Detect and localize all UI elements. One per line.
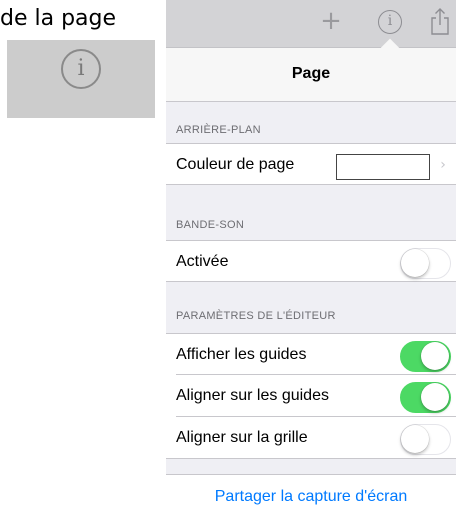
toggle-knob xyxy=(421,342,449,370)
page-color-label: Couleur de page xyxy=(176,156,295,173)
info-icon[interactable]: i xyxy=(378,10,402,34)
share-screenshot-button[interactable]: Partager la capture d'écran xyxy=(166,474,456,510)
show-guides-toggle[interactable] xyxy=(400,341,451,372)
nav-bar: Page xyxy=(166,48,456,102)
section-header-editor: PARAMÈTRES DE L'ÉDITEUR xyxy=(176,310,336,322)
show-guides-row: Afficher les guides xyxy=(166,333,456,375)
snap-guides-row: Aligner sur les guides xyxy=(166,375,456,417)
toggle-knob xyxy=(401,425,429,453)
section-header-background: ARRIÈRE-PLAN xyxy=(176,124,261,136)
page-settings-panel: + i Page ARRIÈRE-PLAN Couleur de page › … xyxy=(166,0,456,510)
zoomed-info-button: i xyxy=(7,40,155,118)
chevron-right-icon: › xyxy=(440,157,446,173)
snap-guides-toggle[interactable] xyxy=(400,382,451,413)
add-icon[interactable]: + xyxy=(319,8,343,34)
share-icon[interactable] xyxy=(428,6,452,36)
show-guides-label: Afficher les guides xyxy=(176,346,307,363)
snap-grid-label: Aligner sur la grille xyxy=(176,429,308,446)
caption-text: de la page xyxy=(0,6,117,31)
soundtrack-toggle[interactable] xyxy=(400,248,451,279)
page-title: Page xyxy=(291,65,331,82)
info-icon: i xyxy=(61,49,101,89)
page-color-swatch[interactable] xyxy=(336,154,430,180)
snap-grid-row: Aligner sur la grille xyxy=(166,417,456,459)
toggle-knob xyxy=(401,249,429,277)
snap-grid-toggle[interactable] xyxy=(400,424,451,455)
soundtrack-row: Activée xyxy=(166,240,456,282)
soundtrack-enabled-label: Activée xyxy=(176,253,229,270)
section-header-soundtrack: BANDE-SON xyxy=(176,219,245,231)
snap-guides-label: Aligner sur les guides xyxy=(176,387,329,404)
page-color-row[interactable]: Couleur de page › xyxy=(166,143,456,185)
toolbar: + i xyxy=(166,0,456,48)
share-screenshot-label: Partager la capture d'écran xyxy=(214,488,408,505)
toggle-knob xyxy=(421,383,449,411)
